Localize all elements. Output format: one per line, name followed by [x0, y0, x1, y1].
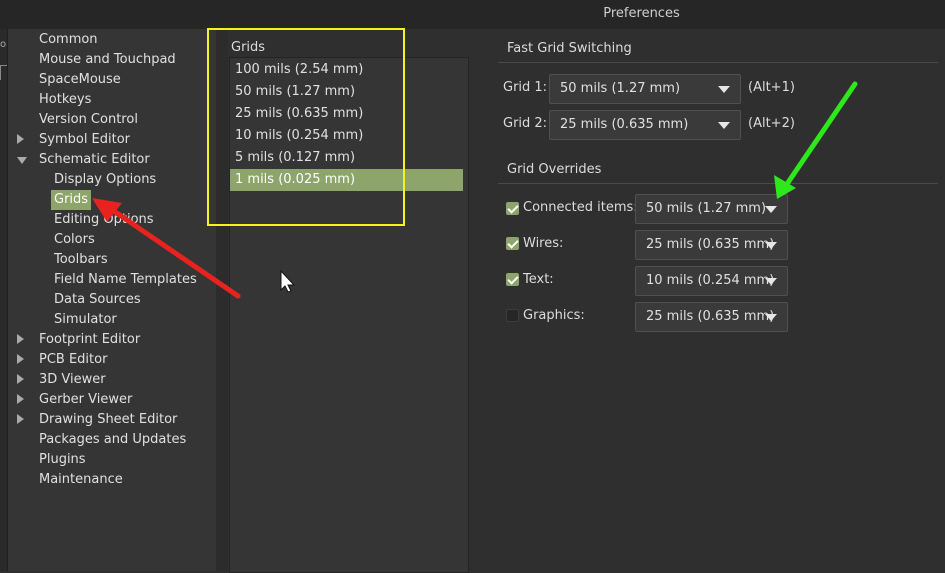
- expand-arrow-icon[interactable]: [17, 354, 24, 364]
- graphics-checkbox[interactable]: [506, 309, 519, 322]
- tree-item-hotkeys[interactable]: Hotkeys: [39, 90, 91, 110]
- tree-item-common[interactable]: Common: [39, 30, 98, 50]
- tree-item-spacemouse[interactable]: SpaceMouse: [39, 70, 121, 90]
- section-divider: [498, 183, 938, 184]
- grid1-select[interactable]: 50 mils (1.27 mm): [549, 74, 741, 104]
- background-window-edge: o: [0, 29, 8, 571]
- expand-arrow-icon[interactable]: [17, 334, 24, 344]
- tree-item-field-name-templates[interactable]: Field Name Templates: [54, 270, 197, 290]
- connected-items-value: 50 mils (1.27 mm): [646, 201, 767, 216]
- tree-item-symbol-editor[interactable]: Symbol Editor: [39, 130, 130, 150]
- text-value: 10 mils (0.254 mm): [646, 273, 775, 288]
- green-arrow: [774, 81, 858, 199]
- tree-item-mouse-touchpad[interactable]: Mouse and Touchpad: [39, 50, 176, 70]
- graphics-select[interactable]: 25 mils (0.635 mm): [635, 302, 788, 332]
- grid2-value: 25 mils (0.635 mm): [560, 117, 689, 132]
- section-divider: [498, 62, 938, 63]
- grid1-value: 50 mils (1.27 mm): [560, 81, 681, 96]
- edge-mark: o: [0, 39, 7, 50]
- tree-item-colors[interactable]: Colors: [54, 230, 95, 250]
- tree-item-schematic-editor[interactable]: Schematic Editor: [39, 150, 150, 170]
- chevron-down-icon: [718, 122, 730, 129]
- expand-arrow-icon[interactable]: [17, 414, 24, 424]
- grid-overrides-section-title: Grid Overrides: [507, 162, 602, 177]
- tree-item-version-control[interactable]: Version Control: [39, 110, 138, 130]
- graphics-value: 25 mils (0.635 mm): [646, 309, 775, 324]
- chevron-down-icon: [765, 314, 777, 321]
- grid1-hotkey: (Alt+1): [748, 80, 795, 95]
- chevron-down-icon: [718, 86, 730, 93]
- grid2-label: Grid 2:: [503, 116, 548, 131]
- text-label: Text:: [523, 272, 554, 287]
- tree-item-drawing-sheet-editor[interactable]: Drawing Sheet Editor: [39, 410, 177, 430]
- tree-item-3d-viewer[interactable]: 3D Viewer: [39, 370, 106, 390]
- tree-item-footprint-editor[interactable]: Footprint Editor: [39, 330, 140, 350]
- grid1-label: Grid 1:: [503, 80, 548, 95]
- collapse-arrow-icon[interactable]: [17, 157, 27, 164]
- tree-item-display-options[interactable]: Display Options: [54, 170, 156, 190]
- tree-item-gerber-viewer[interactable]: Gerber Viewer: [39, 390, 132, 410]
- text-checkbox[interactable]: [506, 273, 519, 286]
- connected-items-select[interactable]: 50 mils (1.27 mm): [635, 194, 788, 224]
- expand-arrow-icon[interactable]: [17, 134, 24, 144]
- edge-bracket: [0, 65, 7, 80]
- wires-checkbox[interactable]: [506, 237, 519, 250]
- chevron-down-icon: [765, 206, 777, 213]
- tree-item-maintenance[interactable]: Maintenance: [39, 470, 123, 490]
- title-bar: Preferences: [0, 0, 945, 29]
- fast-grid-section-title: Fast Grid Switching: [507, 41, 632, 56]
- tree-item-editing-options[interactable]: Editing Options: [54, 210, 154, 230]
- wires-label: Wires:: [523, 236, 564, 251]
- tree-item-pcb-editor[interactable]: PCB Editor: [39, 350, 107, 370]
- window-title: Preferences: [603, 6, 680, 21]
- expand-arrow-icon[interactable]: [17, 394, 24, 404]
- yellow-highlight-box: [207, 28, 405, 226]
- text-select[interactable]: 10 mils (0.254 mm): [635, 266, 788, 296]
- tree-item-data-sources[interactable]: Data Sources: [54, 290, 141, 310]
- chevron-down-icon: [765, 278, 777, 285]
- connected-items-label: Connected items:: [523, 200, 638, 215]
- tree-item-plugins[interactable]: Plugins: [39, 450, 86, 470]
- tree-item-simulator[interactable]: Simulator: [54, 310, 117, 330]
- tree-item-grids[interactable]: Grids: [51, 190, 92, 210]
- graphics-label: Graphics:: [523, 308, 585, 323]
- preferences-tree[interactable]: Common Mouse and Touchpad SpaceMouse Hot…: [8, 29, 216, 571]
- wires-value: 25 mils (0.635 mm): [646, 237, 775, 252]
- grid2-select[interactable]: 25 mils (0.635 mm): [549, 110, 741, 140]
- tree-item-toolbars[interactable]: Toolbars: [54, 250, 108, 270]
- grid2-hotkey: (Alt+2): [748, 116, 795, 131]
- chevron-down-icon: [765, 242, 777, 249]
- tree-item-packages-updates[interactable]: Packages and Updates: [39, 430, 186, 450]
- expand-arrow-icon[interactable]: [17, 374, 24, 384]
- connected-items-checkbox[interactable]: [506, 202, 519, 215]
- wires-select[interactable]: 25 mils (0.635 mm): [635, 230, 788, 260]
